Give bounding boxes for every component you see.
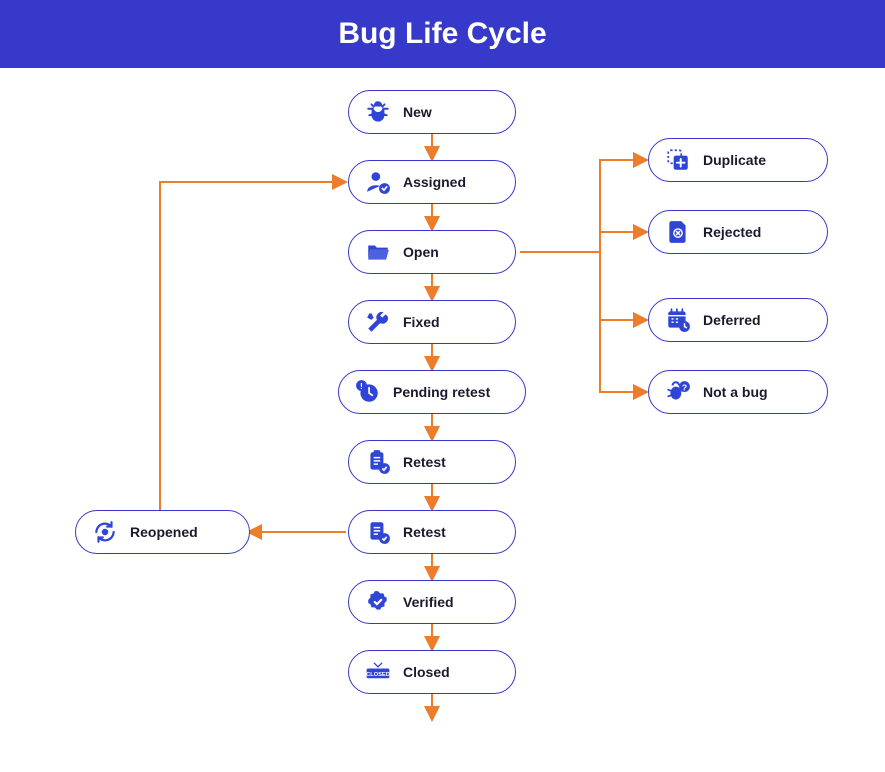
node-pending-label: Pending retest — [393, 384, 490, 400]
node-retest2: Retest — [348, 510, 516, 554]
node-verified: Verified — [348, 580, 516, 624]
node-duplicate: Duplicate — [648, 138, 828, 182]
diagram-header: Bug Life Cycle — [0, 0, 885, 68]
node-deferred-label: Deferred — [703, 312, 761, 328]
bug-icon — [365, 99, 391, 125]
node-verified-label: Verified — [403, 594, 454, 610]
closed-sign-icon: CLOSED — [365, 659, 391, 685]
svg-text:CLOSED: CLOSED — [366, 672, 390, 678]
node-retest2-label: Retest — [403, 524, 446, 540]
calendar-clock-icon — [665, 307, 691, 333]
svg-text:?: ? — [682, 382, 687, 392]
node-new-label: New — [403, 104, 432, 120]
node-assigned-label: Assigned — [403, 174, 466, 190]
clipboard-check-icon — [365, 519, 391, 545]
refresh-gear-icon — [92, 519, 118, 545]
file-x-icon — [665, 219, 691, 245]
node-pending-retest: ! Pending retest — [338, 370, 526, 414]
node-retest: Retest — [348, 440, 516, 484]
node-reopened: Reopened — [75, 510, 250, 554]
diagram-title: Bug Life Cycle — [338, 17, 546, 51]
clock-alert-icon: ! — [355, 379, 381, 405]
user-check-icon — [365, 169, 391, 195]
diagram-canvas: New Assigned Open Fixed ! Pending retest… — [0, 68, 885, 772]
node-open: Open — [348, 230, 516, 274]
node-rejected-label: Rejected — [703, 224, 761, 240]
node-deferred: Deferred — [648, 298, 828, 342]
clipboard-check-icon — [365, 449, 391, 475]
svg-text:!: ! — [360, 381, 363, 391]
node-closed: CLOSED Closed — [348, 650, 516, 694]
node-new: New — [348, 90, 516, 134]
gear-check-icon — [365, 589, 391, 615]
node-fixed: Fixed — [348, 300, 516, 344]
node-not-a-bug: ? Not a bug — [648, 370, 828, 414]
node-assigned: Assigned — [348, 160, 516, 204]
node-fixed-label: Fixed — [403, 314, 440, 330]
node-duplicate-label: Duplicate — [703, 152, 766, 168]
bug-question-icon: ? — [665, 379, 691, 405]
node-open-label: Open — [403, 244, 439, 260]
wrench-icon — [365, 309, 391, 335]
duplicate-icon — [665, 147, 691, 173]
node-notabug-label: Not a bug — [703, 384, 768, 400]
folder-open-icon — [365, 239, 391, 265]
node-rejected: Rejected — [648, 210, 828, 254]
node-retest-label: Retest — [403, 454, 446, 470]
node-closed-label: Closed — [403, 664, 450, 680]
node-reopened-label: Reopened — [130, 524, 198, 540]
